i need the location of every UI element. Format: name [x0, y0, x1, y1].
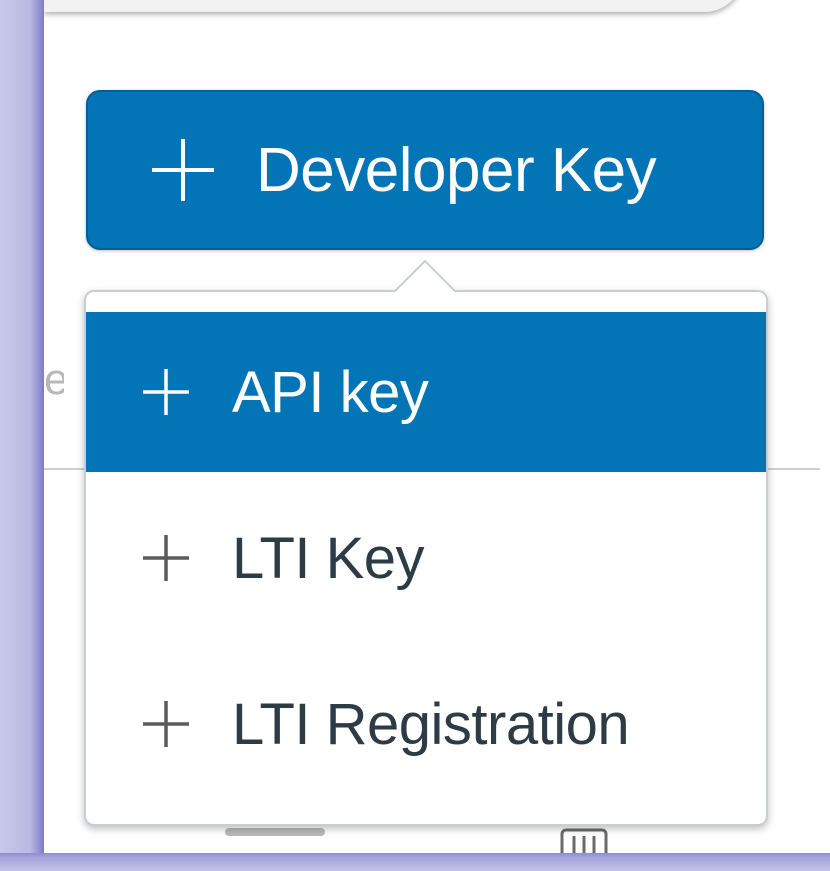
add-developer-key-button[interactable]: Developer Key — [86, 90, 764, 250]
plus-icon — [143, 369, 189, 415]
add-developer-key-label: Developer Key — [256, 135, 657, 205]
menu-item-label: LTI Key — [232, 525, 425, 591]
plus-icon — [143, 701, 189, 747]
plus-icon — [143, 535, 189, 581]
menu-item-lti-key[interactable]: LTI Key — [86, 478, 766, 638]
menu-caret — [384, 252, 464, 292]
menu-item-lti-registration[interactable]: LTI Registration — [86, 644, 766, 804]
background-partial-element — [225, 828, 325, 836]
menu-item-label: API key — [232, 359, 429, 425]
developer-key-menu: API key LTI Key LTI Registration — [84, 290, 768, 826]
background-partial-icon — [558, 826, 610, 856]
plus-icon — [152, 139, 214, 201]
background-partial-glyph: e — [44, 356, 64, 404]
window-frame-left — [0, 0, 44, 871]
menu-item-label: LTI Registration — [232, 691, 630, 757]
window-frame-bottom — [0, 853, 830, 871]
top-toolbar — [44, 0, 744, 12]
page: e Developer Key API key LTI Key LTI Regi… — [0, 0, 830, 871]
menu-item-api-key[interactable]: API key — [86, 312, 766, 472]
